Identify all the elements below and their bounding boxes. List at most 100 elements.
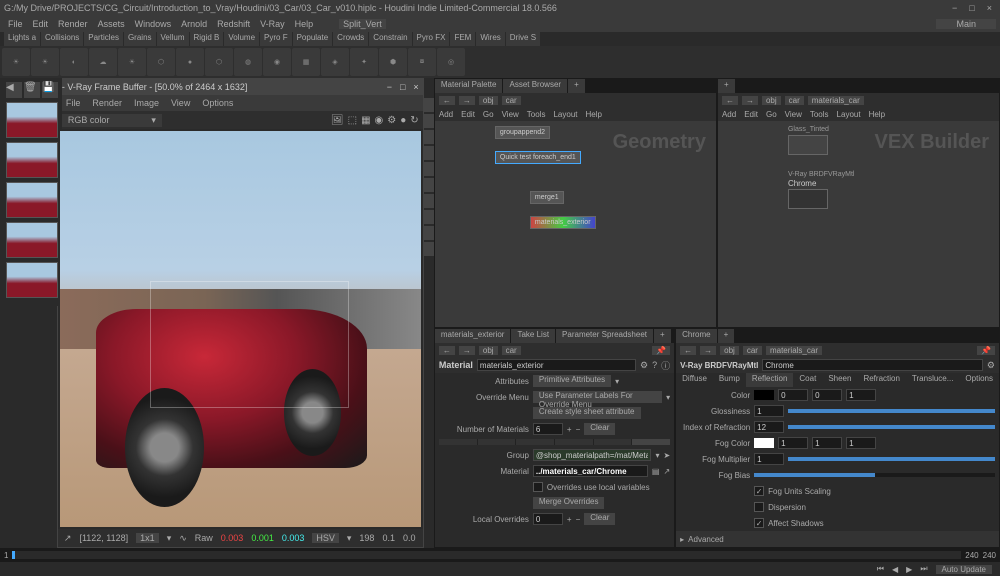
nt-add[interactable]: Add: [439, 110, 453, 119]
frame-end[interactable]: 240: [965, 551, 978, 560]
shelf-tab[interactable]: Lights a: [4, 32, 40, 46]
nt-layout[interactable]: Layout: [837, 110, 861, 119]
split-vert-button[interactable]: Split_Vert: [339, 19, 386, 29]
nav-back-icon[interactable]: ←: [439, 346, 455, 355]
node-foreach-end[interactable]: Quick test foreach_end1: [495, 151, 581, 164]
picker-icon[interactable]: ↗: [663, 467, 670, 476]
shelf-tool-icon[interactable]: ⬡: [205, 48, 233, 76]
add-icon[interactable]: +: [567, 425, 572, 434]
timeline[interactable]: 1 240 240: [0, 548, 1000, 562]
fogmult-input[interactable]: [754, 453, 784, 465]
fb-tool-icon[interactable]: ◉: [375, 115, 384, 126]
picker-icon[interactable]: ↗: [64, 533, 72, 544]
fb-cs[interactable]: HSV: [312, 533, 339, 543]
menu-file[interactable]: File: [4, 19, 27, 29]
network-graph[interactable]: VEX Builder Glass_Tinted V-Ray BRDFVRayM…: [718, 121, 999, 327]
close-icon[interactable]: ×: [987, 3, 992, 13]
shelf-tool-icon[interactable]: ◈: [321, 48, 349, 76]
node-merge[interactable]: merge1: [530, 191, 564, 204]
fb-tool-icon[interactable]: ⚙: [387, 115, 396, 126]
shelf-tab[interactable]: Volume: [224, 32, 259, 46]
menu-windows[interactable]: Windows: [131, 19, 176, 29]
maximize-icon[interactable]: □: [969, 3, 974, 13]
shelf-main-tab[interactable]: Main: [936, 19, 996, 29]
nt-help[interactable]: Help: [869, 110, 885, 119]
path-seg[interactable]: materials_car: [766, 346, 822, 355]
path-seg[interactable]: obj: [720, 346, 739, 355]
sub-tab[interactable]: Bump: [713, 373, 746, 387]
shelf-tab[interactable]: Pyro FX: [413, 32, 450, 46]
path-seg[interactable]: obj: [762, 96, 781, 105]
shelf-tool-icon[interactable]: ◎: [437, 48, 465, 76]
nt-edit[interactable]: Edit: [461, 110, 475, 119]
fb-render-view[interactable]: [60, 131, 421, 527]
tool-icon[interactable]: [424, 146, 434, 160]
render-thumb[interactable]: [6, 142, 58, 178]
shelf-tab[interactable]: Crowds: [333, 32, 368, 46]
multiparm-tab-active[interactable]: [632, 439, 670, 445]
fb-tool-icon[interactable]: ⬚: [348, 115, 357, 126]
sub-tab[interactable]: Sheen: [822, 373, 857, 387]
chevron-down-icon[interactable]: ▾: [615, 377, 619, 386]
tab-add-icon[interactable]: +: [718, 79, 735, 93]
history-save-icon[interactable]: 💾: [42, 82, 58, 98]
shelf-tool-icon[interactable]: ☀: [118, 48, 146, 76]
nav-fwd-icon[interactable]: →: [700, 346, 716, 355]
pin-icon[interactable]: 📌: [652, 346, 670, 355]
history-prev-icon[interactable]: ◀: [6, 82, 22, 98]
shelf-tool-icon[interactable]: ⧇: [408, 48, 436, 76]
render-thumb[interactable]: [6, 222, 58, 258]
shelf-tab[interactable]: Rigid B: [190, 32, 224, 46]
fog-color-swatch[interactable]: [754, 438, 774, 448]
arrow-icon[interactable]: ➤: [663, 451, 670, 460]
remove-icon[interactable]: −: [576, 425, 581, 434]
path-seg[interactable]: obj: [479, 96, 498, 105]
play-first-icon[interactable]: ⏮: [877, 564, 884, 574]
fb-menu-options[interactable]: Options: [202, 98, 233, 108]
nav-fwd-icon[interactable]: →: [459, 96, 475, 105]
shelf-tab[interactable]: Grains: [124, 32, 156, 46]
gear-icon[interactable]: ⚙: [640, 360, 648, 371]
shelf-tool-icon[interactable]: ●: [176, 48, 204, 76]
path-seg[interactable]: materials_car: [808, 96, 864, 105]
primitive-attributes-button[interactable]: Primitive Attributes: [533, 375, 611, 387]
fb-menu-image[interactable]: Image: [134, 98, 159, 108]
remove-icon[interactable]: −: [576, 515, 581, 524]
chevron-down-icon[interactable]: ▾: [655, 451, 659, 460]
fog-g-input[interactable]: [812, 437, 842, 449]
tool-icon[interactable]: [424, 194, 434, 208]
playhead[interactable]: [12, 551, 15, 559]
frame-range-end[interactable]: 240: [983, 551, 996, 560]
clear-button[interactable]: Clear: [584, 513, 615, 525]
ior-input[interactable]: [754, 421, 784, 433]
tool-icon[interactable]: [424, 242, 434, 256]
nt-help[interactable]: Help: [586, 110, 602, 119]
tab-asset-browser[interactable]: Asset Browser: [503, 79, 567, 93]
nt-add[interactable]: Add: [722, 110, 736, 119]
timeline-track[interactable]: [12, 551, 961, 559]
path-seg[interactable]: car: [502, 346, 521, 355]
shelf-tool-icon[interactable]: ◐: [60, 48, 88, 76]
color-g-input[interactable]: [812, 389, 842, 401]
pin-icon[interactable]: 📌: [977, 346, 995, 355]
nt-layout[interactable]: Layout: [553, 110, 577, 119]
play-icon[interactable]: ▶: [906, 565, 912, 574]
nav-fwd-icon[interactable]: →: [742, 96, 758, 105]
fog-r-input[interactable]: [778, 437, 808, 449]
nt-view[interactable]: View: [502, 110, 519, 119]
render-thumb[interactable]: [6, 182, 58, 218]
fogmult-slider[interactable]: [788, 457, 995, 461]
path-seg[interactable]: car: [743, 346, 762, 355]
fb-maximize-icon[interactable]: □: [400, 82, 405, 92]
node-name-input[interactable]: [477, 359, 636, 371]
glossiness-slider[interactable]: [788, 409, 995, 413]
param-tab[interactable]: Take List: [511, 329, 555, 343]
sub-tab-reflection[interactable]: Reflection: [746, 373, 794, 387]
menu-redshift[interactable]: Redshift: [213, 19, 254, 29]
shelf-tool-icon[interactable]: ⬡: [147, 48, 175, 76]
shelf-tab[interactable]: Particles: [84, 32, 123, 46]
param-tab-add[interactable]: +: [718, 329, 735, 343]
chevron-down-icon[interactable]: ▾: [347, 533, 352, 544]
param-tab[interactable]: materials_exterior: [435, 329, 511, 343]
sub-tab[interactable]: Coat: [793, 373, 822, 387]
